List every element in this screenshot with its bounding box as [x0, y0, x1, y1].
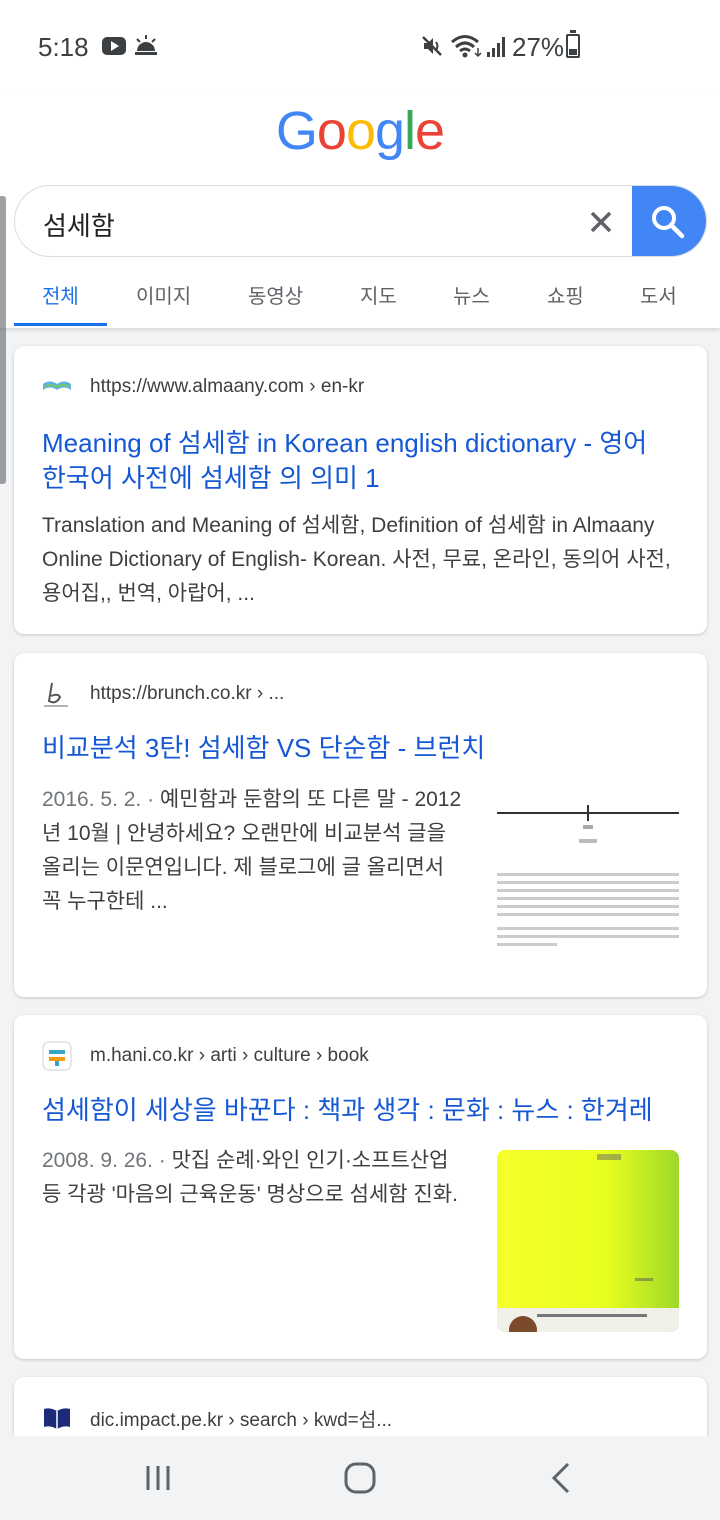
wifi-icon — [451, 35, 482, 58]
result-source[interactable]: https://www.almaany.com › en-kr — [42, 372, 364, 402]
back-icon[interactable] — [540, 1456, 584, 1500]
result-snippet: Translation and Meaning of 섬세함, Definiti… — [42, 514, 671, 605]
search-button[interactable] — [632, 186, 706, 256]
tab-books[interactable]: 도서 — [640, 280, 677, 309]
logo-letter: o — [316, 101, 347, 161]
search-result-card: https://brunch.co.kr › ... 비교분석 3탄! 섬세함 … — [14, 653, 707, 997]
result-thumbnail[interactable] — [497, 1150, 679, 1332]
result-url: dic.impact.pe.kr › search › kwd=섬... — [90, 1409, 393, 1431]
weather-icon — [135, 35, 157, 55]
result-source[interactable]: https://brunch.co.kr › ... — [42, 679, 284, 709]
brunch-pen-icon — [44, 682, 68, 707]
tab-news[interactable]: 뉴스 — [453, 280, 490, 309]
status-bar: 5:18 27% — [0, 0, 720, 92]
search-icon — [652, 206, 685, 239]
system-navigation-bar — [0, 1436, 720, 1520]
edge-panel-handle[interactable] — [0, 196, 6, 484]
search-result-card: m.hani.co.kr › arti › culture › book 섬세함… — [14, 1015, 707, 1359]
logo-letter: G — [275, 101, 318, 161]
tab-images[interactable]: 이미지 — [136, 280, 191, 309]
article-page-image — [497, 805, 679, 946]
result-date: 2008. 9. 26. · — [42, 1149, 172, 1172]
search-result-card: https://www.almaany.com › en-kr Meaning … — [14, 346, 707, 634]
result-title-link[interactable]: 섬세함이 세상을 바꾼다 : 책과 생각 : 문화 : 뉴스 : 한겨레 — [42, 1093, 692, 1128]
search-input[interactable]: 섬세함 — [43, 206, 115, 243]
result-date: 2016. 5. 2. · — [42, 788, 160, 811]
battery-icon — [566, 30, 580, 58]
battery-percentage: 27% — [512, 32, 565, 62]
result-url: https://brunch.co.kr › ... — [90, 683, 285, 704]
result-url: https://www.almaany.com › en-kr — [90, 376, 365, 397]
active-tab-indicator — [14, 323, 107, 326]
logo-letter: l — [404, 101, 416, 161]
tab-all[interactable]: 전체 — [42, 280, 79, 309]
book-cover-image — [497, 1150, 679, 1332]
logo-letter: e — [415, 101, 445, 161]
signal-icon — [487, 37, 505, 57]
result-url: m.hani.co.kr › arti › culture › book — [90, 1045, 369, 1066]
recent-apps-icon[interactable] — [136, 1456, 180, 1500]
result-snippet: 2016. 5. 2. · 예민함과 둔함의 또 다른 말 - 2012년 10… — [42, 783, 466, 919]
result-snippet: 2008. 9. 26. · 맛집 순례·와인 인기·소프트산업 등 각광 '마… — [42, 1144, 466, 1212]
dictionary-book-icon — [44, 1408, 70, 1429]
open-book-icon — [43, 381, 71, 390]
clear-icon[interactable] — [581, 202, 621, 242]
hani-logo-icon — [42, 1041, 72, 1071]
search-header: Google 섬세함 전체 이미지 동영상 지도 뉴스 쇼핑 도서 — [0, 92, 720, 328]
youtube-notification-icon — [102, 37, 126, 55]
logo-letter: o — [345, 101, 376, 161]
mute-icon — [422, 36, 442, 56]
google-logo[interactable]: Google — [0, 100, 720, 162]
search-box[interactable]: 섬세함 — [14, 185, 707, 257]
result-source[interactable]: dic.impact.pe.kr › search › kwd=섬... — [42, 1403, 392, 1433]
status-time: 5:18 — [38, 32, 89, 62]
logo-letter: g — [375, 101, 405, 161]
tab-videos[interactable]: 동영상 — [248, 280, 303, 309]
search-tabs: 전체 이미지 동영상 지도 뉴스 쇼핑 도서 — [0, 272, 720, 328]
result-thumbnail[interactable] — [497, 805, 679, 953]
result-title-link[interactable]: 비교분석 3탄! 섬세함 VS 단순함 - 브런치 — [42, 731, 682, 766]
tab-maps[interactable]: 지도 — [360, 280, 397, 309]
tab-shopping[interactable]: 쇼핑 — [547, 280, 584, 309]
result-title-link[interactable]: Meaning of 섬세함 in Korean english diction… — [42, 426, 678, 496]
home-icon[interactable] — [338, 1456, 382, 1500]
result-source[interactable]: m.hani.co.kr › arti › culture › book — [42, 1041, 369, 1071]
